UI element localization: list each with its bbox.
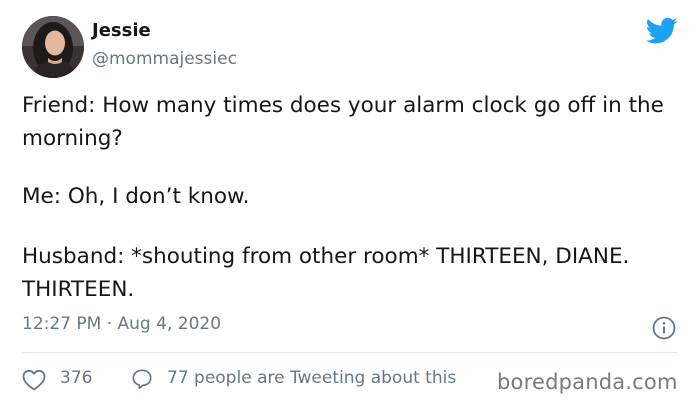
- avatar[interactable]: [22, 16, 84, 78]
- tweet-text-friend: Friend: How many times does your alarm c…: [22, 93, 664, 151]
- info-icon[interactable]: [652, 316, 676, 340]
- tweeting-about-this-link[interactable]: 77 people are Tweeting about this: [167, 368, 456, 388]
- tweet-text-husband: Husband: *shouting from other room* THIR…: [22, 244, 630, 302]
- boredpanda-watermark: boredpanda.com: [497, 370, 678, 394]
- tweet-text-me: Me: Oh, I don’t know.: [22, 184, 250, 209]
- tweet-card: Jessie @mommajessiec Friend: How many ti…: [0, 0, 700, 406]
- user-handle[interactable]: @mommajessiec: [92, 49, 237, 69]
- display-name[interactable]: Jessie: [92, 20, 151, 41]
- heart-icon[interactable]: [22, 369, 46, 391]
- speech-bubble-icon[interactable]: [131, 368, 153, 390]
- twitter-bird-icon[interactable]: [646, 17, 678, 45]
- divider: [22, 352, 678, 353]
- tweet-timestamp[interactable]: 12:27 PM · Aug 4, 2020: [22, 314, 221, 334]
- like-count[interactable]: 376: [60, 368, 92, 388]
